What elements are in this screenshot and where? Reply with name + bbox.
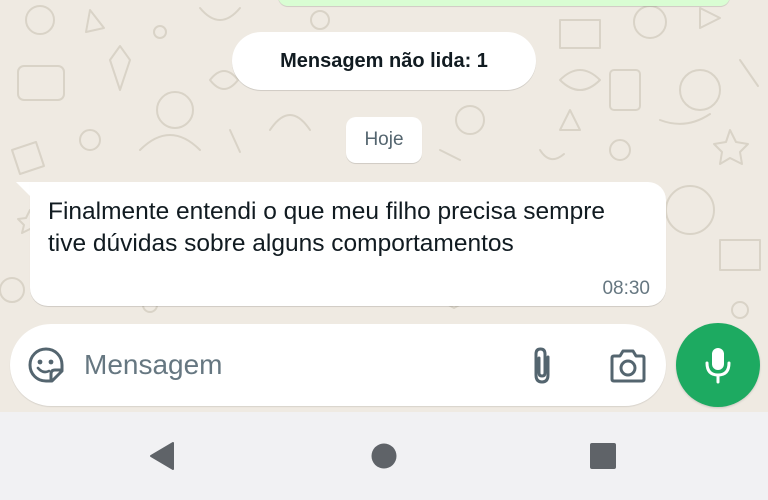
- message-input[interactable]: [84, 340, 504, 390]
- back-triangle-icon: [150, 442, 174, 470]
- nav-home-button[interactable]: [362, 434, 406, 478]
- date-separator: Hoje: [346, 117, 422, 163]
- attach-button[interactable]: [522, 344, 562, 386]
- paperclip-icon: [534, 347, 550, 384]
- date-separator-label: Hoje: [364, 129, 404, 150]
- voice-message-button[interactable]: [676, 323, 760, 407]
- microphone-icon: [705, 348, 731, 384]
- message-timestamp: 08:30: [602, 278, 650, 299]
- android-navigation-bar: [0, 412, 768, 500]
- unread-messages-label: Mensagem não lida: 1: [280, 49, 488, 72]
- message-text: Finalmente entendi o que meu filho preci…: [48, 198, 606, 257]
- unread-messages-banner: Mensagem não lida: 1: [232, 32, 536, 90]
- previous-message-bubble: [278, 0, 730, 6]
- message-composer: [10, 324, 666, 406]
- camera-button[interactable]: [606, 346, 650, 386]
- nav-back-button[interactable]: [140, 434, 184, 478]
- incoming-message-bubble[interactable]: Finalmente entendi o que meu filho preci…: [30, 182, 666, 306]
- home-circle-icon: [371, 443, 397, 469]
- recents-square-icon: [590, 443, 616, 469]
- nav-recents-button[interactable]: [581, 434, 625, 478]
- sticker-emoji-icon: [28, 347, 64, 383]
- sticker-emoji-button[interactable]: [26, 345, 66, 385]
- camera-icon: [610, 349, 646, 383]
